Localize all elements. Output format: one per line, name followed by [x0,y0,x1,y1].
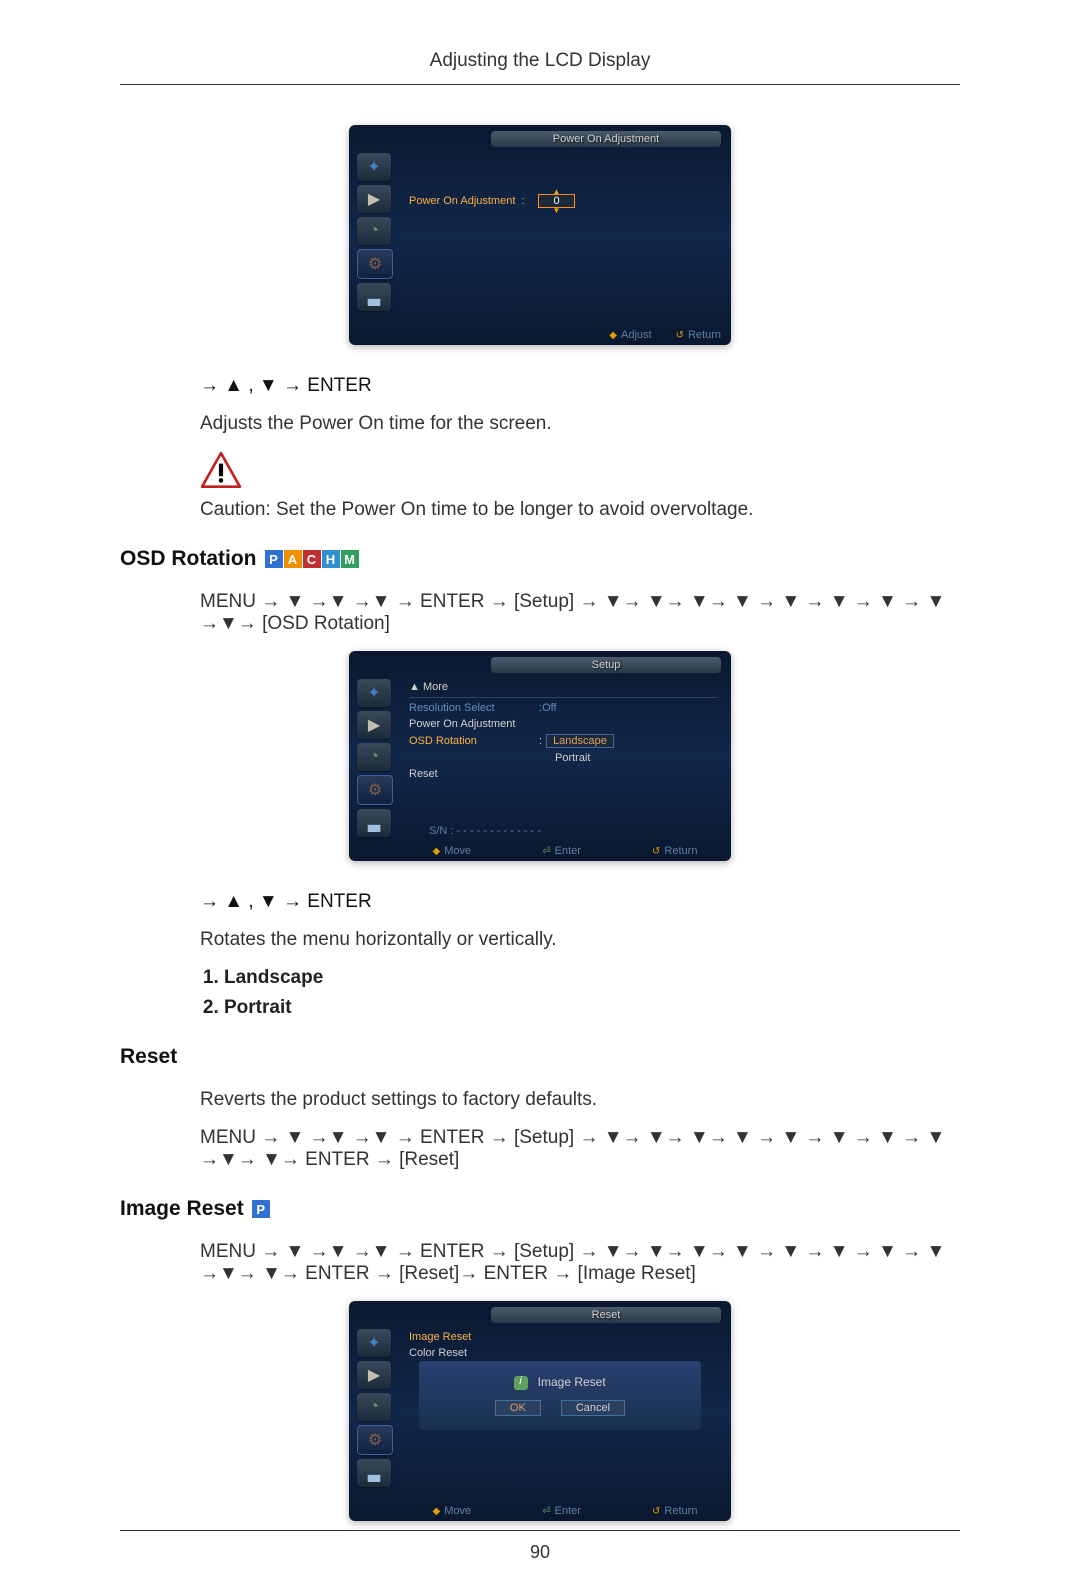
mode-badge: P [252,1200,270,1218]
mode-a-icon: A [284,550,302,568]
section-heading-osd-rotation: OSD Rotation P A C H M [120,547,960,571]
osd-sidebar: ✦ ▶ ◔ ⚙ ▃ [357,679,397,841]
gear-icon: ⚙ [357,1425,393,1455]
osd-item-label: OSD Rotation [409,735,539,747]
osd-option-value: Portrait [555,752,590,764]
menu-path-reset: MENU → ▼ →▼ →▼ → ENTER → [Setup] → ▼→ ▼→… [200,1127,960,1171]
mode-badge: P A C H M [265,550,359,568]
osd-dialog-title: Image Reset [433,1375,687,1390]
body-text: Rotates the menu horizontally or vertica… [200,929,960,951]
ok-button[interactable]: OK [495,1400,541,1416]
mode-p-icon: P [252,1200,270,1218]
osd-content: Power On Adjustment : ▲ 0 ▼ [409,155,717,315]
chart-icon: ▃ [357,283,391,311]
osd-item-label: Color Reset [409,1347,467,1359]
arrow-down-icon: ▼ [553,206,561,215]
clock-icon: ◔ [357,217,391,245]
gear-icon: ⚙ [357,775,393,805]
osd-sidebar: ✦ ▶ ◔ ⚙ ▃ [357,153,397,315]
mode-c-icon: C [303,550,321,568]
page-number: 90 [0,1542,1080,1563]
osd-footer: ◆Move ⏎Enter ↺Return [409,845,721,857]
document-page: Adjusting the LCD Display Power On Adjus… [0,0,1080,1591]
osd-footer: ◆Move ⏎Enter ↺Return [409,1505,721,1517]
mode-p-icon: P [265,550,283,568]
info-icon [514,1376,528,1390]
osd-field-label: Power On Adjustment [409,195,515,207]
osd-item-label: Reset [409,768,438,780]
mode-m-icon: M [341,550,359,568]
nav-sequence: → ▲ , ▼ → ENTER [200,375,960,397]
osd-item-value: Off [542,702,556,714]
gear-icon: ⚙ [357,249,393,279]
osd-more: ▲ More [409,681,448,693]
osd-footer-move: Move [444,1505,471,1517]
osd-footer-return: Return [664,845,697,857]
osd-dialog: Image Reset OK Cancel [419,1361,701,1430]
osd-selected-value[interactable]: Landscape [553,735,607,747]
clock-icon: ◔ [357,1393,391,1421]
footer-divider [120,1530,960,1531]
osd-serial-number: S/N : - - - - - - - - - - - - - [429,825,541,837]
body-text: Adjusts the Power On time for the screen… [200,413,960,435]
warning-icon [200,451,242,489]
mode-h-icon: H [322,550,340,568]
osd-footer-enter: Enter [555,845,581,857]
puzzle-icon: ✦ [357,153,391,181]
osd-title: Power On Adjustment [491,131,721,147]
puzzle-icon: ✦ [357,679,391,707]
puzzle-icon: ✦ [357,1329,391,1357]
nav-sequence: → ▲ , ▼ → ENTER [200,891,960,913]
clock-icon: ◔ [357,743,391,771]
play-icon: ▶ [357,1361,391,1389]
osd-spinner[interactable]: ▲ 0 ▼ [538,195,574,207]
list-item: Portrait [224,997,960,1019]
osd-footer-move: Move [444,845,471,857]
section-heading-image-reset: Image Reset P [120,1197,960,1221]
osd-footer-enter: Enter [555,1505,581,1517]
chart-icon: ▃ [357,809,391,837]
menu-path-osd-rotation: MENU → ▼ →▼ →▼ → ENTER → [Setup] → ▼→ ▼→… [200,591,960,635]
osd-title: Reset [491,1307,721,1323]
page-header-title: Adjusting the LCD Display [120,50,960,85]
osd-sidebar: ✦ ▶ ◔ ⚙ ▃ [357,1329,397,1491]
osd-item-label: Resolution Select [409,702,539,714]
osd-dialog-title-text: Image Reset [538,1375,606,1389]
arrow-up-icon: ▲ [553,187,561,196]
osd-footer: ◆Adjust ↺Return [409,329,721,341]
osd-screenshot-reset: Reset ✦ ▶ ◔ ⚙ ▃ Image Reset Color Reset … [349,1301,731,1521]
body-text: Reverts the product settings to factory … [200,1089,960,1111]
osd-item-label: Power On Adjustment [409,718,515,730]
section-heading-reset: Reset [120,1045,960,1069]
section-title-text: Reset [120,1045,177,1069]
osd-screenshot-power-on-adjustment: Power On Adjustment ✦ ▶ ◔ ⚙ ▃ Power On A… [349,125,731,345]
list-item: Landscape [224,967,960,989]
chart-icon: ▃ [357,1459,391,1487]
osd-content: ▲ More Resolution Select : Off Power On … [409,681,717,831]
menu-path-image-reset: MENU → ▼ →▼ →▼ → ENTER → [Setup] → ▼→ ▼→… [200,1241,960,1285]
osd-title: Setup [491,657,721,673]
section-title-text: OSD Rotation [120,547,257,571]
osd-item-label: Image Reset [409,1331,471,1343]
cancel-button[interactable]: Cancel [561,1400,625,1416]
osd-screenshot-setup: Setup ✦ ▶ ◔ ⚙ ▃ ▲ More Resolution Select… [349,651,731,861]
osd-footer-adjust: Adjust [621,329,652,341]
play-icon: ▶ [357,185,391,213]
play-icon: ▶ [357,711,391,739]
options-list: Landscape Portrait [200,967,960,1019]
osd-footer-return: Return [664,1505,697,1517]
section-title-text: Image Reset [120,1197,244,1221]
caution-text: Caution: Set the Power On time to be lon… [200,499,960,521]
osd-footer-return: Return [688,329,721,341]
